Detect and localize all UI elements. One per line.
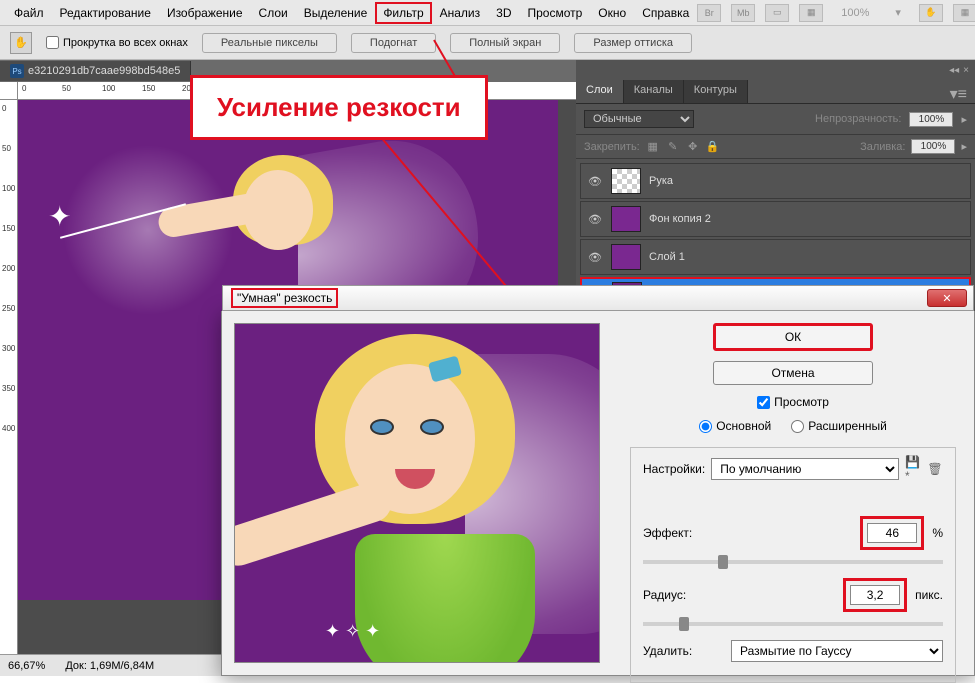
radius-unit: пикс. [915, 588, 943, 602]
layer-thumbnail[interactable] [611, 168, 641, 194]
document-tab-label: e3210291db7caae998bd548e5 [28, 65, 180, 77]
ruler-corner [0, 82, 18, 100]
layer-row[interactable]: 👁 Рука [580, 163, 971, 199]
collapse-icon[interactable]: ◂◂ [949, 65, 959, 76]
lock-transparency-icon[interactable]: ▦ [646, 140, 660, 154]
delete-preset-icon[interactable]: 🗑 [927, 461, 943, 477]
menu-select[interactable]: Выделение [296, 2, 376, 24]
mode-advanced-radio[interactable]: Расширенный [791, 419, 887, 433]
panel-top-icons: ◂◂ × [576, 60, 975, 80]
effect-input[interactable] [867, 523, 917, 543]
actual-pixels-button[interactable]: Реальные пикселы [202, 33, 337, 53]
fill-value[interactable]: 100% [911, 139, 955, 154]
visibility-icon[interactable]: 👁 [587, 213, 603, 226]
menu-window[interactable]: Окно [590, 2, 634, 24]
tab-channels[interactable]: Каналы [624, 80, 684, 103]
scroll-all-input[interactable] [46, 36, 59, 49]
mode-basic-radio[interactable]: Основной [699, 419, 771, 433]
hand-tool-icon[interactable]: ✋ [10, 32, 32, 54]
ok-button[interactable]: ОК [713, 323, 873, 351]
ps-icon: Ps [10, 64, 24, 78]
effect-unit: % [932, 526, 943, 540]
fit-screen-button[interactable]: Подогнат [351, 33, 436, 53]
layer-thumbnail[interactable] [611, 206, 641, 232]
menu-layers[interactable]: Слои [251, 2, 296, 24]
menu-edit[interactable]: Редактирование [52, 2, 159, 24]
arrange-icon[interactable]: ▦ [799, 4, 823, 22]
status-zoom[interactable]: 66,67% [8, 660, 45, 672]
menu-filter[interactable]: Фильтр [375, 2, 431, 24]
smart-sharpen-dialog: "Умная" резкость ✕ ✦ ✧ ✦ ОК Отмена Просм… [221, 311, 975, 676]
panel-tabs: Слои Каналы Контуры ▾≡ [576, 80, 975, 104]
visibility-icon[interactable]: 👁 [587, 251, 603, 264]
lock-position-icon[interactable]: ✥ [686, 140, 700, 154]
document-tab[interactable]: Ps e3210291db7caae998bd548e5 [0, 61, 191, 81]
scroll-all-windows-checkbox[interactable]: Прокрутка во всех окнах [46, 36, 188, 49]
radius-input[interactable] [850, 585, 900, 605]
print-size-button[interactable]: Размер оттиска [574, 33, 692, 53]
opacity-label: Непрозрачность: [815, 113, 901, 125]
fill-chevron-icon[interactable]: ▸ [961, 140, 967, 153]
blend-mode-select[interactable]: Обычные [584, 110, 694, 128]
layer-name: Слой 1 [649, 251, 685, 263]
tab-layers[interactable]: Слои [576, 80, 624, 103]
status-docsize: Док: 1,69M/6,84M [65, 660, 154, 672]
layer-name: Рука [649, 175, 673, 187]
cancel-button[interactable]: Отмена [713, 361, 873, 385]
visibility-icon[interactable]: 👁 [587, 175, 603, 188]
panel-menu-icon[interactable]: ▾≡ [942, 80, 975, 103]
opacity-chevron-icon[interactable]: ▸ [961, 113, 967, 126]
effect-slider[interactable] [643, 560, 943, 564]
menu-file[interactable]: Файл [6, 2, 52, 24]
layer-row[interactable]: 👁 Слой 1 [580, 239, 971, 275]
opacity-value[interactable]: 100% [909, 112, 953, 127]
hand-mini-icon[interactable]: ✋ [919, 4, 943, 22]
close-button[interactable]: ✕ [927, 289, 967, 307]
dialog-controls: ОК Отмена Просмотр Основной Расширенный … [612, 311, 974, 675]
lock-all-icon[interactable]: 🔒 [706, 140, 720, 154]
menu-image[interactable]: Изображение [159, 2, 251, 24]
br-icon[interactable]: Br [697, 4, 721, 22]
menu-analysis[interactable]: Анализ [432, 2, 489, 24]
menu-3d[interactable]: 3D [488, 2, 519, 24]
close-panel-icon[interactable]: × [963, 65, 969, 76]
layer-name: Фон копия 2 [649, 213, 711, 225]
layer-thumbnail[interactable] [611, 244, 641, 270]
radius-slider[interactable] [643, 622, 943, 626]
lock-label: Закрепить: [584, 141, 640, 153]
settings-fieldset: Настройки: По умолчанию 💾* 🗑 Эффект: % [630, 447, 956, 683]
save-preset-icon[interactable]: 💾* [905, 461, 921, 477]
grid-icon[interactable]: ▦ [953, 4, 975, 22]
mb-icon[interactable]: Mb [731, 4, 755, 22]
effect-label: Эффект: [643, 526, 723, 540]
settings-select[interactable]: По умолчанию [711, 458, 899, 480]
main-menubar: Файл Редактирование Изображение Слои Выд… [0, 0, 975, 26]
remove-label: Удалить: [643, 644, 723, 658]
menu-view[interactable]: Просмотр [519, 2, 590, 24]
annotation-label: Усиление резкости [190, 75, 488, 140]
tab-paths[interactable]: Контуры [684, 80, 748, 103]
screen-mode-icon[interactable]: ▭ [765, 4, 789, 22]
settings-label: Настройки: [643, 462, 705, 476]
layer-row[interactable]: 👁 Фон копия 2 [580, 201, 971, 237]
dialog-title: "Умная" резкость [231, 288, 338, 308]
dialog-preview: ✦ ✧ ✦ [222, 311, 612, 675]
menu-help[interactable]: Справка [634, 2, 697, 24]
preview-checkbox-input[interactable] [757, 396, 770, 409]
menubar-right: Br Mb ▭ ▦ 100% ▾ ✋ ▦ [697, 2, 975, 23]
scroll-all-label: Прокрутка во всех окнах [63, 37, 188, 49]
preview-checkbox[interactable]: Просмотр [630, 395, 956, 409]
dialog-titlebar[interactable]: "Умная" резкость ✕ [222, 285, 974, 311]
zoom-level[interactable]: 100% [833, 3, 877, 23]
preview-image[interactable]: ✦ ✧ ✦ [234, 323, 600, 663]
ruler-vertical[interactable]: 0 50 100 150 200 250 300 350 400 [0, 100, 18, 654]
remove-select[interactable]: Размытие по Гауссу [731, 640, 943, 662]
radius-label: Радиус: [643, 588, 723, 602]
chevron-down-icon[interactable]: ▾ [887, 2, 909, 23]
lock-pixels-icon[interactable]: ✎ [666, 140, 680, 154]
full-screen-button[interactable]: Полный экран [450, 33, 560, 53]
fill-label: Заливка: [860, 141, 905, 153]
options-bar: ✋ Прокрутка во всех окнах Реальные пиксе… [0, 26, 975, 60]
